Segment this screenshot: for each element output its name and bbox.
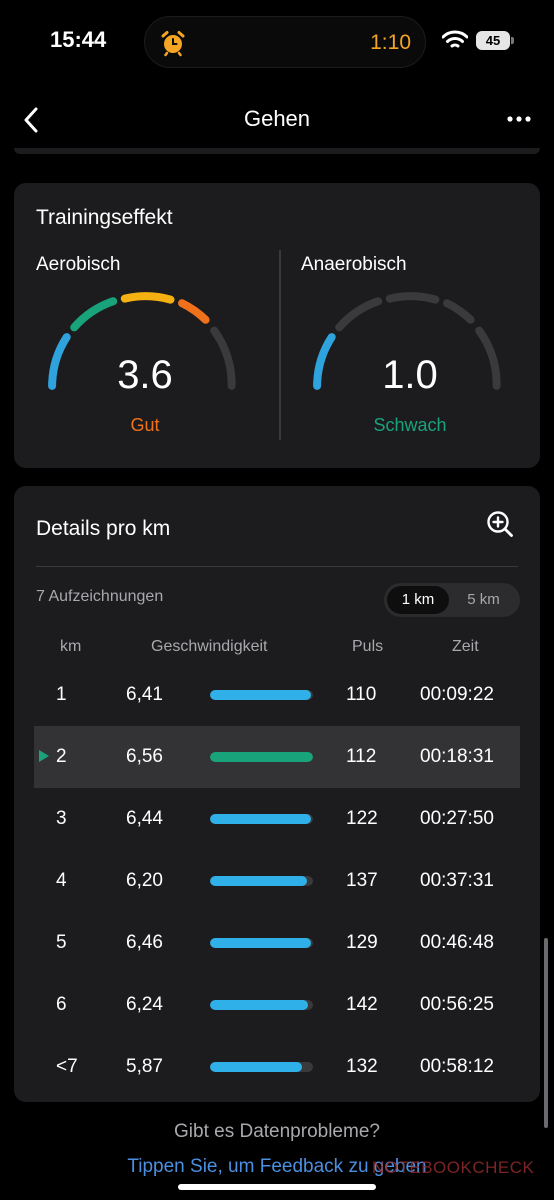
row-speed: 6,44: [126, 808, 163, 829]
row-time: 00:09:22: [420, 684, 494, 705]
row-speed: 6,41: [126, 684, 163, 705]
speed-bar: [210, 1000, 313, 1010]
watermark-logo: NOTEBOOKCHECK: [372, 1158, 535, 1177]
column-header-pulse: Puls: [352, 638, 384, 655]
speed-bar-fill: [210, 752, 313, 762]
anaerobic-value: 1.0: [382, 353, 438, 397]
wifi-icon: [442, 30, 468, 48]
anaerobic-status: Schwach: [373, 415, 447, 435]
row-pulse: 122: [346, 808, 378, 829]
anaerobic-gauge-section: Anaerobisch 1.0 Schwach: [279, 251, 529, 451]
data-problem-question: Gibt es Datenprobleme?: [174, 1121, 380, 1142]
divider: [36, 566, 518, 567]
anaerobic-gauge-seg-3: [385, 292, 440, 304]
aerobic-gauge-seg-3: [120, 292, 175, 304]
column-header-time: Zeit: [452, 638, 479, 655]
column-header-km: km: [60, 638, 82, 655]
row-km: <7: [56, 1056, 78, 1077]
nav-bar: Gehen: [0, 92, 554, 148]
details-title: Details pro km: [36, 517, 171, 540]
training-effect-title: Trainingseffekt: [36, 206, 173, 229]
row-time: 00:58:12: [420, 1056, 494, 1077]
row-km: 1: [56, 684, 67, 705]
speed-bar: [210, 690, 313, 700]
speed-bar: [210, 1062, 313, 1072]
anaerobic-label: Anaerobisch: [301, 254, 407, 275]
row-speed: 6,46: [126, 932, 163, 953]
battery-indicator: 45: [476, 31, 510, 50]
page-title: Gehen: [243, 106, 311, 131]
row-km: 6: [56, 994, 67, 1015]
column-header-speed: Geschwindigkeit: [151, 638, 268, 655]
aerobic-value: 3.6: [117, 353, 173, 397]
row-time: 00:46:48: [420, 932, 494, 953]
row-time: 00:18:31: [420, 746, 494, 767]
records-count: 7 Aufzeichnungen: [36, 588, 164, 605]
aerobic-label: Aerobisch: [36, 254, 121, 275]
table-row[interactable]: 4 6,20 137 00:37:31: [14, 850, 540, 912]
aerobic-gauge-section: Aerobisch 3.6 Gut: [14, 251, 264, 451]
km-table: 1 6,41 110 00:09:22 2 6,56 112 00:18:31 3 6,44 122…: [14, 664, 540, 1098]
status-time: 15:44: [50, 27, 107, 52]
speed-bar-fill: [210, 1000, 308, 1010]
anaerobic-gauge-seg-4: [443, 299, 475, 324]
zoom-in-icon[interactable]: [486, 510, 514, 538]
row-km: 3: [56, 808, 67, 829]
row-speed: 6,56: [126, 746, 163, 767]
alarm-clock-icon: [161, 31, 185, 57]
speed-bar-fill: [210, 814, 311, 824]
battery-tip: [511, 37, 514, 44]
row-speed: 5,87: [126, 1056, 163, 1077]
selected-row-marker-icon: [39, 750, 49, 762]
ellipsis-icon[interactable]: [506, 112, 532, 126]
previous-card-edge: [14, 148, 540, 154]
speed-bar: [210, 876, 313, 886]
row-km: 4: [56, 870, 67, 891]
status-bar: 15:44 1:10 45: [0, 0, 554, 84]
table-row[interactable]: 2 6,56 112 00:18:31: [34, 726, 520, 788]
row-speed: 6,24: [126, 994, 163, 1015]
row-pulse: 110: [346, 684, 377, 705]
aerobic-gauge-seg-2: [70, 297, 118, 332]
row-km: 5: [56, 932, 67, 953]
table-row[interactable]: <7 5,87 132 00:58:12: [14, 1036, 540, 1098]
table-row[interactable]: 3 6,44 122 00:27:50: [14, 788, 540, 850]
speed-bar: [210, 814, 313, 824]
row-time: 00:37:31: [420, 870, 494, 891]
table-row[interactable]: 6 6,24 142 00:56:25: [14, 974, 540, 1036]
speed-bar: [210, 752, 313, 762]
segment-1km[interactable]: 1 km: [387, 586, 449, 614]
row-km: 2: [56, 746, 67, 767]
row-time: 00:27:50: [420, 808, 494, 829]
row-pulse: 129: [346, 932, 378, 953]
aerobic-status: Gut: [130, 415, 160, 435]
row-time: 00:56:25: [420, 994, 494, 1015]
row-pulse: 112: [346, 746, 377, 767]
segment-5km[interactable]: 5 km: [450, 586, 517, 614]
dynamic-island[interactable]: 1:10: [144, 16, 426, 68]
details-per-km-card: Details pro km 7 Aufzeichnungen 1 km 5 k…: [14, 486, 540, 1102]
table-row[interactable]: 5 6,46 129 00:46:48: [14, 912, 540, 974]
table-row[interactable]: 1 6,41 110 00:09:22: [14, 664, 540, 726]
row-pulse: 137: [346, 870, 378, 891]
speed-bar-fill: [210, 1062, 302, 1072]
row-pulse: 132: [346, 1056, 378, 1077]
timer-text: 1:10: [370, 31, 411, 54]
speed-bar-fill: [210, 876, 307, 886]
unit-segmented-control: 1 km 5 km: [384, 583, 520, 617]
home-indicator[interactable]: [178, 1184, 376, 1190]
speed-bar: [210, 938, 313, 948]
training-effect-card: Trainingseffekt Aerobisch 3.6 Gut Anaero…: [14, 183, 540, 468]
row-speed: 6,20: [126, 870, 163, 891]
aerobic-gauge-seg-4: [178, 299, 210, 324]
scrollbar[interactable]: [544, 938, 548, 1128]
speed-bar-fill: [210, 690, 311, 700]
row-pulse: 142: [346, 994, 378, 1015]
anaerobic-gauge-seg-2: [335, 297, 383, 332]
speed-bar-fill: [210, 938, 311, 948]
